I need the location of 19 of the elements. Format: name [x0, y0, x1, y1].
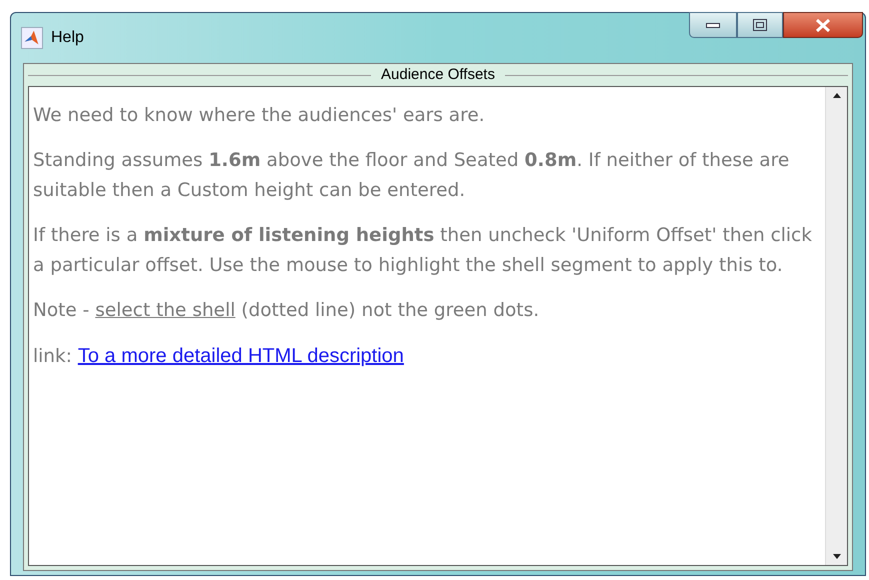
help-paragraph: If there is a mixture of listening heights then uncheck 'Uniform Offset' then click a particular offset. Use the mouse to highlight the shell segment to apply this to. [33, 224, 813, 278]
panel-title: Audience Offsets [380, 64, 496, 85]
help-paragraph: link: To a more detailed HTML description [33, 344, 405, 369]
help-paragraph: Note - select the shell (dotted line) not the green dots. [33, 299, 540, 323]
minimize-button[interactable] [689, 12, 737, 38]
window-title: Help [51, 28, 84, 48]
maximize-button[interactable] [737, 12, 783, 38]
maximize-icon [753, 19, 767, 31]
scrollbar[interactable] [825, 87, 847, 565]
minimize-icon [706, 22, 720, 28]
scroll-up-icon[interactable] [832, 93, 840, 98]
close-button[interactable] [783, 12, 863, 38]
close-icon [815, 18, 831, 32]
scroll-down-icon[interactable] [832, 554, 840, 559]
help-paragraph: We need to know where the audiences' ears are. [33, 104, 486, 128]
help-paragraph: Standing assumes 1.6m above the floor and Seated 0.8m. If neither of these are suitable then a Custom height can be entered. [33, 149, 790, 203]
html-description-link[interactable]: To a more detailed HTML description [78, 345, 404, 367]
app-logo-icon [21, 27, 43, 49]
underlined-link[interactable]: select the shell [95, 300, 236, 321]
